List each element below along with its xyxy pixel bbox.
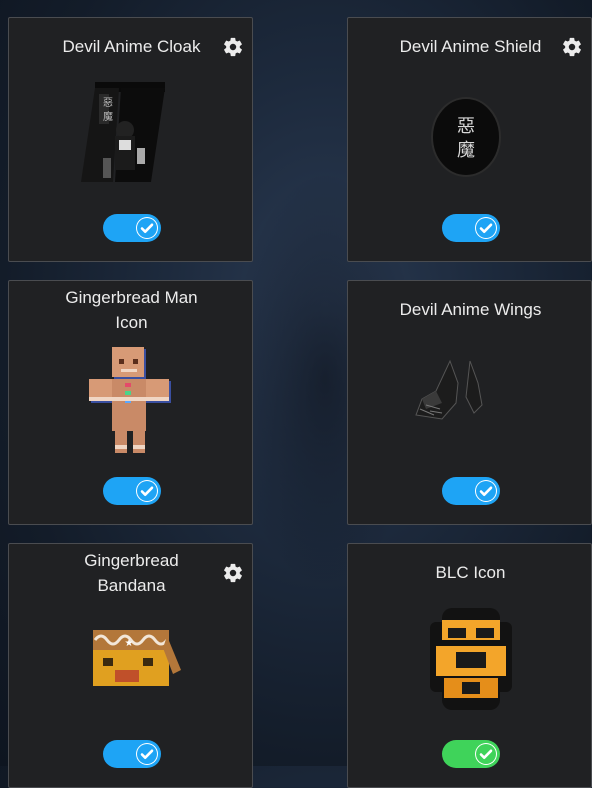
svg-text:魔: 魔 (103, 110, 113, 123)
card-title: Gingerbread Bandana (84, 551, 179, 595)
enable-toggle[interactable] (103, 477, 161, 505)
card-title: Devil Anime Wings (399, 300, 542, 319)
toggle-knob (136, 480, 158, 502)
card-title: Devil Anime Shield (399, 37, 542, 56)
enable-toggle[interactable] (442, 214, 500, 242)
svg-text:惡: 惡 (103, 97, 113, 109)
cosmetic-card-gingerbread-bandana: Gingerbread Bandana ★ (8, 543, 253, 788)
cosmetic-card-devil-anime-wings: Devil Anime Wings (347, 280, 592, 525)
bandana-thumbnail: ★ (93, 630, 181, 686)
gear-icon[interactable] (222, 562, 244, 584)
blc-icon-thumbnail (430, 608, 512, 710)
check-icon (137, 744, 157, 764)
check-icon (476, 218, 496, 238)
cosmetic-card-gingerbread-man-icon: Gingerbread Man Icon (8, 280, 253, 525)
wings-thumbnail (415, 359, 483, 420)
toggle-knob (136, 217, 158, 239)
toggle-knob (475, 743, 497, 765)
gear-icon[interactable] (561, 36, 583, 58)
shield-thumbnail: 惡 魔 (431, 97, 501, 177)
cosmetic-card-devil-anime-cloak: Devil Anime Cloak 惡 魔 (8, 17, 253, 262)
toggle-knob (475, 480, 497, 502)
gingerbread-man-thumbnail (89, 347, 171, 453)
shield-text-bottom: 魔 (457, 140, 475, 160)
shield-text-top: 惡 (457, 116, 475, 136)
cosmetic-card-devil-anime-shield: Devil Anime Shield 惡 魔 (347, 17, 592, 262)
check-icon (476, 481, 496, 501)
enable-toggle[interactable] (103, 740, 161, 768)
toggle-knob (475, 217, 497, 239)
enable-toggle[interactable] (442, 740, 500, 768)
check-icon (137, 218, 157, 238)
check-icon (137, 481, 157, 501)
cosmetic-card-blc-icon: BLC Icon (347, 543, 592, 788)
gear-icon[interactable] (222, 36, 244, 58)
card-title: Gingerbread Man Icon (65, 288, 198, 332)
enable-toggle[interactable] (442, 477, 500, 505)
enable-toggle[interactable] (103, 214, 161, 242)
check-icon (476, 744, 496, 764)
toggle-knob (136, 743, 158, 765)
svg-text:★: ★ (125, 638, 134, 649)
cloak-thumbnail: 惡 魔 (81, 82, 165, 182)
card-title: BLC Icon (435, 563, 506, 582)
card-title: Devil Anime Cloak (62, 37, 201, 56)
